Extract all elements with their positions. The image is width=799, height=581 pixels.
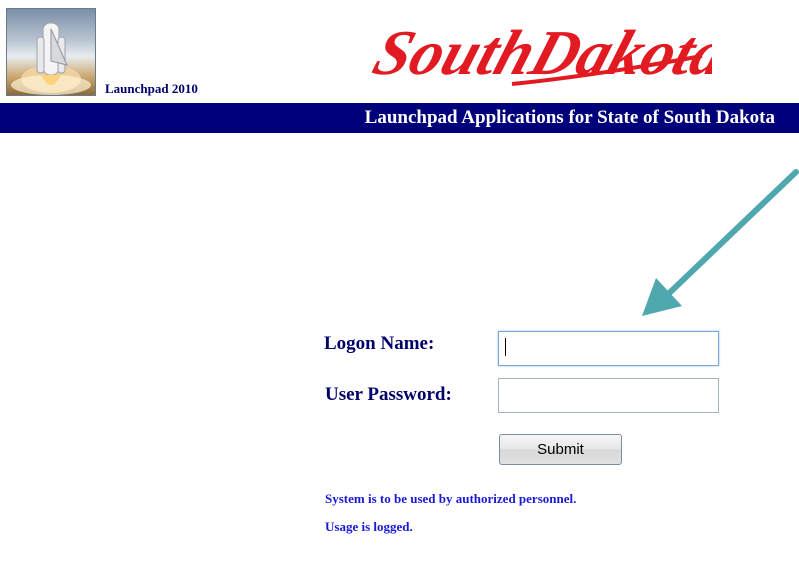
user-password-input[interactable]	[498, 378, 719, 413]
title-banner: Launchpad Applications for State of Sout…	[0, 103, 799, 133]
logon-name-input[interactable]	[498, 331, 719, 366]
banner-title: Launchpad Applications for State of Sout…	[364, 107, 775, 128]
usage-notice: Usage is logged.	[325, 519, 413, 534]
logon-name-label: Logon Name:	[324, 333, 435, 354]
svg-text:SouthDakota: SouthDakota	[365, 17, 712, 88]
space-shuttle-icon	[11, 22, 91, 95]
south-dakota-logo: SouthDakota	[362, 6, 737, 96]
authorized-notice: System is to be used by authorized perso…	[325, 491, 577, 506]
app-name: Launchpad 2010	[105, 81, 198, 96]
pointer-arrow-icon	[642, 169, 799, 316]
user-password-label: User Password:	[325, 384, 452, 405]
shuttle-logo	[6, 8, 96, 96]
text-cursor	[505, 338, 506, 356]
submit-button[interactable]: Submit	[499, 434, 622, 465]
